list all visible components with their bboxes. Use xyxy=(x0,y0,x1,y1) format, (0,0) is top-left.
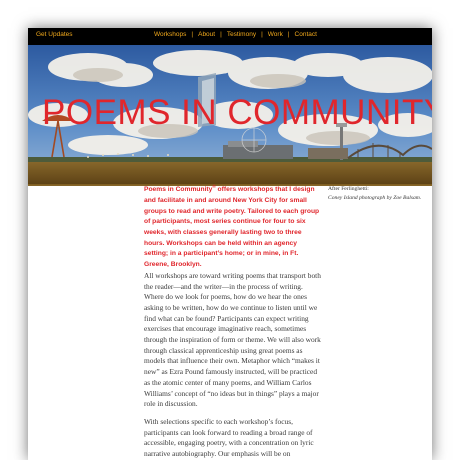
site-title: POEMS IN COMMUNITY xyxy=(42,93,432,132)
intro-paragraph: Poems in Community® offers workshops tha… xyxy=(144,182,322,271)
nav-contact[interactable]: Contact xyxy=(295,31,317,38)
nav-about[interactable]: About xyxy=(198,31,215,38)
body-paragraph-1: All workshops are toward writing poems t… xyxy=(144,270,321,409)
nav-work[interactable]: Work xyxy=(268,31,283,38)
photo-credit: Coney Island photograph by Zoe Balsam. xyxy=(328,194,422,201)
nav-testimony[interactable]: Testimony xyxy=(227,31,256,38)
nav-separator: | xyxy=(261,31,263,38)
main-menu: Workshops | About | Testimony | Work | C… xyxy=(154,31,317,38)
top-nav: Get Updates Workshops | About | Testimon… xyxy=(28,28,432,45)
main-content: Poems in Community® offers workshops tha… xyxy=(144,182,322,460)
get-updates-link[interactable]: Get Updates xyxy=(36,31,73,38)
nav-workshops[interactable]: Workshops xyxy=(154,31,186,38)
body-paragraph-2: With selections specific to each worksho… xyxy=(144,417,314,459)
nav-separator: | xyxy=(191,31,194,38)
intro-text: offers workshops that I design and facil… xyxy=(144,186,320,269)
page-frame: Get Updates Workshops | About | Testimon… xyxy=(28,28,432,460)
nav-separator: | xyxy=(287,31,290,38)
caption-line: After Ferlinghetti: xyxy=(328,186,369,192)
hero-banner: POEMS IN COMMUNITY xyxy=(28,45,432,186)
brand-name: Poems in Community xyxy=(144,186,213,194)
nav-separator: | xyxy=(220,31,222,38)
photo-caption: After Ferlinghetti: Coney Island photogr… xyxy=(328,185,428,203)
